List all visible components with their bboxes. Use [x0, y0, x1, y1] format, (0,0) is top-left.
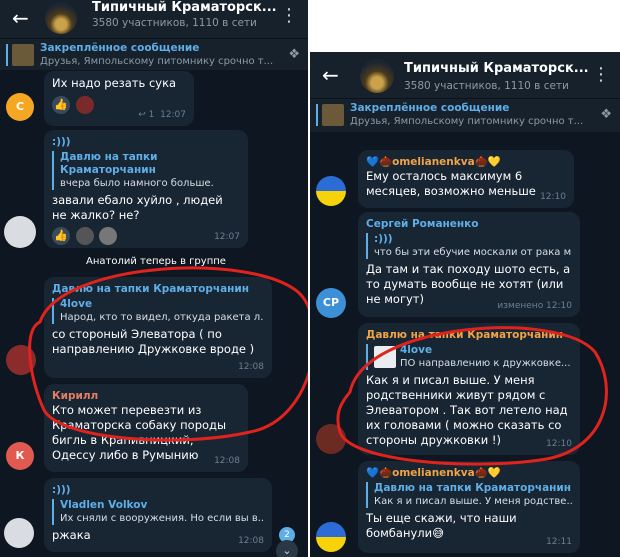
avatar[interactable]	[4, 216, 36, 248]
quote-text: вчера было намного больше.	[60, 178, 214, 189]
group-avatar[interactable]	[45, 2, 77, 34]
pinned-text: Друзья, Ямпольскому питомнику срочно т..…	[40, 56, 274, 67]
reply-quote[interactable]: 4love ПО направлению к дружковке...	[366, 344, 572, 370]
arrow-left-icon[interactable]: ←	[322, 63, 339, 87]
message-text: Ему осталось максимум 6 месяцев, возможн…	[366, 169, 536, 198]
message-text: Их надо резать сука	[52, 76, 177, 90]
message-bubble[interactable]: :))) Давлю на тапки Краматорчанин вчера …	[44, 130, 248, 248]
avatar[interactable]	[4, 518, 34, 548]
message-meta: ↩ 1 12:07	[138, 110, 186, 120]
quote-text: ПО направлению к дружковке...	[400, 358, 571, 369]
message-text: ржака	[52, 528, 91, 542]
service-message: Анатолий теперь в группе	[86, 256, 226, 267]
avatar[interactable]: СР	[316, 288, 346, 318]
thumbs-up-icon[interactable]: 👍	[52, 227, 70, 245]
avatar[interactable]: К	[6, 442, 34, 470]
arrow-left-icon[interactable]: ←	[12, 6, 29, 30]
message-time: 12:11	[546, 537, 572, 547]
chat-header: ← Типичный Краматорск... 3580 участников…	[310, 52, 620, 98]
message-time: изменено 12:10	[497, 301, 572, 311]
quote-text: Народ, кто то видел, откуда ракета л...	[60, 312, 264, 323]
message-time: 12:07	[160, 110, 186, 120]
message-bubble[interactable]: 💙🌰omelianenkva🌰💛 Давлю на тапки Краматор…	[358, 461, 580, 553]
quote-name: Давлю на тапки Краматорчанин	[60, 151, 158, 176]
avatar[interactable]	[316, 424, 346, 454]
message-time: 12:07	[214, 232, 240, 242]
sender-name[interactable]: Давлю на тапки Краматорчанин	[52, 282, 264, 296]
sender-name[interactable]: 💙🌰omelianenkva🌰💛	[366, 466, 572, 480]
message-text: Кто может перевезти из Краматорска собак…	[52, 403, 227, 462]
message-bubble[interactable]: Давлю на тапки Краматорчанин 4love ПО на…	[358, 323, 580, 455]
pin-list-icon[interactable]: ❖	[288, 47, 300, 62]
sender-name[interactable]: :)))	[52, 483, 264, 497]
message-time: 12:08	[238, 536, 264, 546]
reply-quote[interactable]: Давлю на тапки Краматорчанин Как я и пис…	[366, 482, 572, 508]
message-time: 12:08	[214, 456, 240, 466]
group-avatar[interactable]	[360, 59, 394, 93]
pinned-message-bar[interactable]: Закреплённое сообщение Друзья, Ямпольско…	[310, 98, 620, 132]
pinned-title: Закреплённое сообщение	[40, 42, 200, 54]
quote-name: :)))	[374, 233, 393, 245]
more-vertical-icon[interactable]: ⋮	[592, 65, 610, 85]
pin-list-icon[interactable]: ❖	[600, 107, 612, 122]
quote-name: 4love	[60, 298, 93, 310]
reactor-avatar	[75, 96, 94, 114]
message-text: со стороный Элеватора ( по направлению Д…	[52, 327, 255, 356]
chat-subtitle: 3580 участников, 1110 в сети	[404, 80, 569, 92]
more-vertical-icon[interactable]: ⋮	[280, 6, 298, 26]
reactor-avatar	[99, 227, 118, 245]
message-time: 12:10	[540, 192, 566, 202]
sender-name[interactable]: 💙🌰omelianenkva🌰💛	[366, 155, 566, 169]
pinned-title: Закреплённое сообщение	[350, 102, 510, 114]
message-time: 12:08	[238, 362, 264, 372]
sender-name[interactable]: Давлю на тапки Краматорчанин	[366, 328, 572, 342]
reply-count: 1	[148, 110, 155, 120]
reactions[interactable]: 👍	[52, 227, 240, 245]
message-text: Ты еще скажи, что наши бомбанули😅	[366, 511, 517, 540]
quote-text: что бы эти ебучие москали от рака м...	[374, 247, 572, 258]
scroll-down-icon[interactable]: ⌄	[276, 540, 298, 557]
image-thumbnail	[374, 346, 396, 368]
quote-text: Их сняли с вооружения. Но если вы в...	[60, 513, 264, 524]
sender-name[interactable]: Кирилл	[52, 389, 240, 403]
message-text: Как я и писал выше. У меня родственники …	[366, 373, 568, 447]
quote-name: 4love	[400, 344, 433, 356]
sender-name[interactable]: :)))	[52, 135, 240, 149]
pinned-message-bar[interactable]: Закреплённое сообщение Друзья, Ямпольско…	[0, 38, 308, 70]
message-bubble[interactable]: Давлю на тапки Краматорчанин 4love Народ…	[44, 277, 272, 378]
reply-quote[interactable]: Vladlen Volkov Их сняли с вооружения. Но…	[52, 499, 264, 525]
message-bubble[interactable]: Их надо резать сука 👍 ↩ 1 12:07	[44, 71, 194, 126]
quote-name: Vladlen Volkov	[60, 499, 148, 511]
left-chat-screenshot: ← Типичный Краматорск... 3580 участников…	[0, 0, 308, 557]
quote-name: Давлю на тапки Краматорчанин	[374, 482, 572, 494]
reply-quote[interactable]: 4love Народ, кто то видел, откуда ракета…	[52, 298, 264, 324]
pin-thumbnail	[12, 44, 34, 66]
avatar[interactable]	[316, 522, 346, 552]
message-text: завали ебало хуйло , людей не жалко? не?	[52, 193, 223, 222]
quote-text: Как я и писал выше. У меня родстве...	[374, 496, 572, 507]
reply-quote[interactable]: :))) что бы эти ебучие москали от рака м…	[366, 233, 572, 259]
message-bubble[interactable]: :))) Vladlen Volkov Их сняли с вооружени…	[44, 478, 272, 552]
chat-title[interactable]: Типичный Краматорск...	[92, 0, 277, 15]
message-time: 12:10	[546, 439, 572, 449]
pin-indicator	[316, 104, 318, 126]
sender-name[interactable]: Сергей Романенко	[366, 217, 572, 231]
message-bubble[interactable]: Сергей Романенко :))) что бы эти ебучие …	[358, 212, 580, 317]
message-bubble[interactable]: Кирилл Кто может перевезти из Краматорск…	[44, 384, 248, 472]
reactor-avatar	[75, 227, 94, 245]
pinned-text: Друзья, Ямпольскому питомнику срочно т..…	[350, 116, 584, 127]
message-bubble[interactable]: 💙🌰omelianenkva🌰💛 Ему осталось максимум 6…	[358, 150, 574, 208]
pin-thumbnail	[322, 104, 344, 126]
reply-quote[interactable]: Давлю на тапки Краматорчанин вчера было …	[52, 151, 240, 190]
chat-subtitle: 3580 участников, 1110 в сети	[92, 17, 257, 29]
chat-header: ← Типичный Краматорск... 3580 участников…	[0, 0, 308, 38]
chat-title[interactable]: Типичный Краматорск...	[404, 61, 589, 76]
avatar[interactable]: С	[6, 93, 34, 121]
avatar[interactable]	[6, 345, 36, 375]
avatar[interactable]	[316, 176, 346, 206]
right-chat-screenshot: ← Типичный Краматорск... 3580 участников…	[310, 52, 620, 557]
thumbs-up-icon[interactable]: 👍	[52, 96, 70, 114]
pin-indicator	[6, 44, 8, 66]
